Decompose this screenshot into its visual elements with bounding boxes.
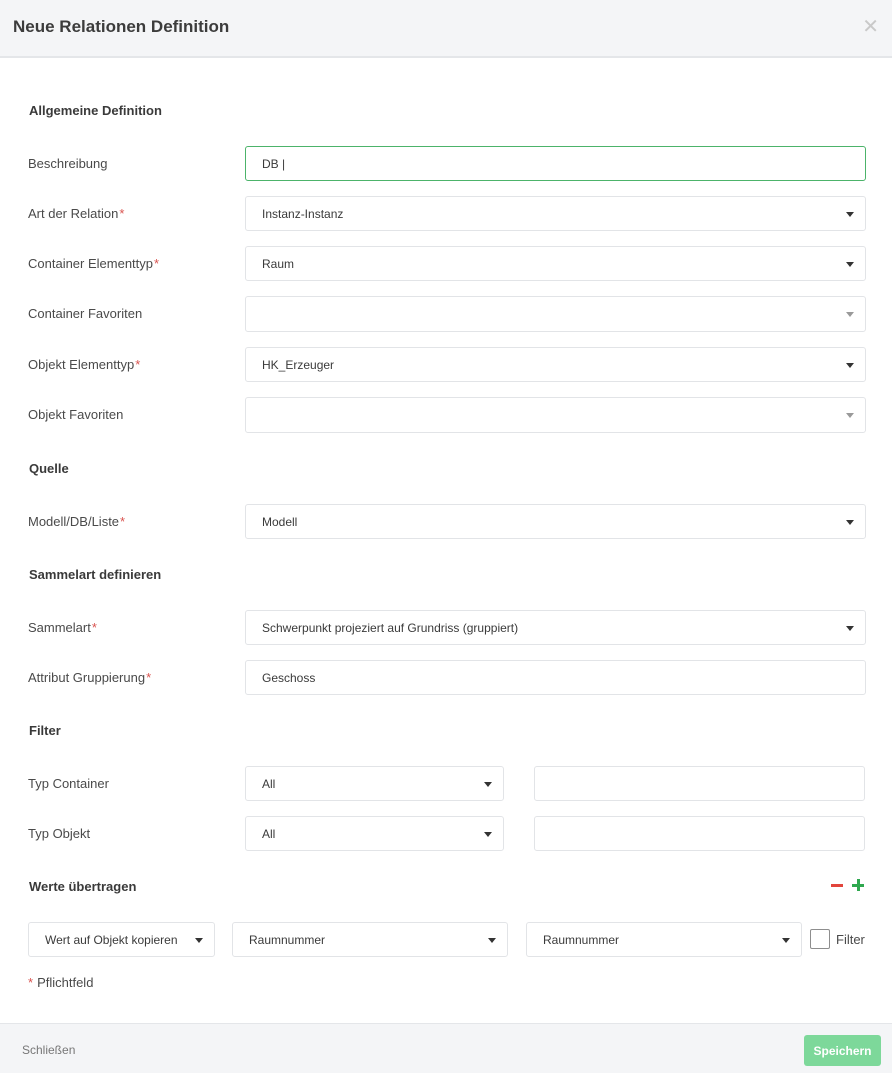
section-source: Quelle [29,461,69,476]
dialog-header: Neue Relationen Definition ✕ [0,0,892,58]
relation-type-label: Art der Relation* [28,206,125,221]
close-button[interactable]: Schließen [22,1043,75,1057]
section-general: Allgemeine Definition [29,103,162,118]
source-label: Modell/DB/Liste* [28,514,126,529]
close-icon[interactable]: ✕ [862,16,879,38]
description-label: Beschreibung [28,156,108,171]
filter-object-label: Typ Objekt [28,826,91,841]
transfer-source-attribute-select[interactable]: Raumnummer [232,922,508,957]
transfer-mode-select[interactable]: Wert auf Objekt kopieren [28,922,215,957]
object-type-select[interactable]: HK_Erzeuger [245,347,866,382]
caret-down-icon [484,782,492,787]
required-footnote: * Pflichtfeld [28,975,94,990]
section-transfer: Werte übertragen [29,879,137,894]
filter-object-select[interactable]: All [245,816,504,851]
caret-down-icon [846,212,854,217]
caret-down-icon [488,938,496,943]
dialog-title: Neue Relationen Definition [13,17,230,36]
filter-container-label: Typ Container [28,776,109,791]
group-attribute-input[interactable]: Geschoss [245,660,866,695]
transfer-target-attribute-select[interactable]: Raumnummer [526,922,802,957]
container-type-label: Container Elementtyp* [28,256,160,271]
caret-down-icon [846,626,854,631]
relation-type-select[interactable]: Instanz-Instanz [245,196,866,231]
dialog-footer: Schließen Speichern [0,1023,892,1073]
collect-type-label: Sammelart* [28,620,97,635]
section-filter: Filter [29,723,61,738]
object-favorites-select[interactable] [245,397,866,433]
caret-down-icon [782,938,790,943]
container-favorites-select[interactable] [245,296,866,332]
save-button[interactable]: Speichern [804,1035,881,1066]
caret-down-icon [846,312,854,317]
object-favorites-label: Objekt Favoriten [28,407,124,422]
object-type-label: Objekt Elementtyp* [28,357,141,372]
filter-container-select[interactable]: All [245,766,504,801]
plus-icon[interactable] [852,879,864,891]
caret-down-icon [846,363,854,368]
caret-down-icon [195,938,203,943]
caret-down-icon [846,262,854,267]
container-favorites-label: Container Favoriten [28,306,143,321]
collect-type-select[interactable]: Schwerpunkt projeziert auf Grundriss (gr… [245,610,866,645]
description-input[interactable]: DB | [245,146,866,181]
caret-down-icon [484,832,492,837]
section-collect: Sammelart definieren [29,567,162,582]
transfer-filter-checkbox[interactable] [810,929,830,949]
source-select[interactable]: Modell [245,504,866,539]
group-attribute-label: Attribut Gruppierung* [28,670,152,685]
filter-object-input[interactable] [534,816,865,851]
minus-icon[interactable] [831,884,843,887]
transfer-filter-label: Filter [836,932,865,947]
caret-down-icon [846,413,854,418]
container-type-select[interactable]: Raum [245,246,866,281]
caret-down-icon [846,520,854,525]
filter-container-input[interactable] [534,766,865,801]
